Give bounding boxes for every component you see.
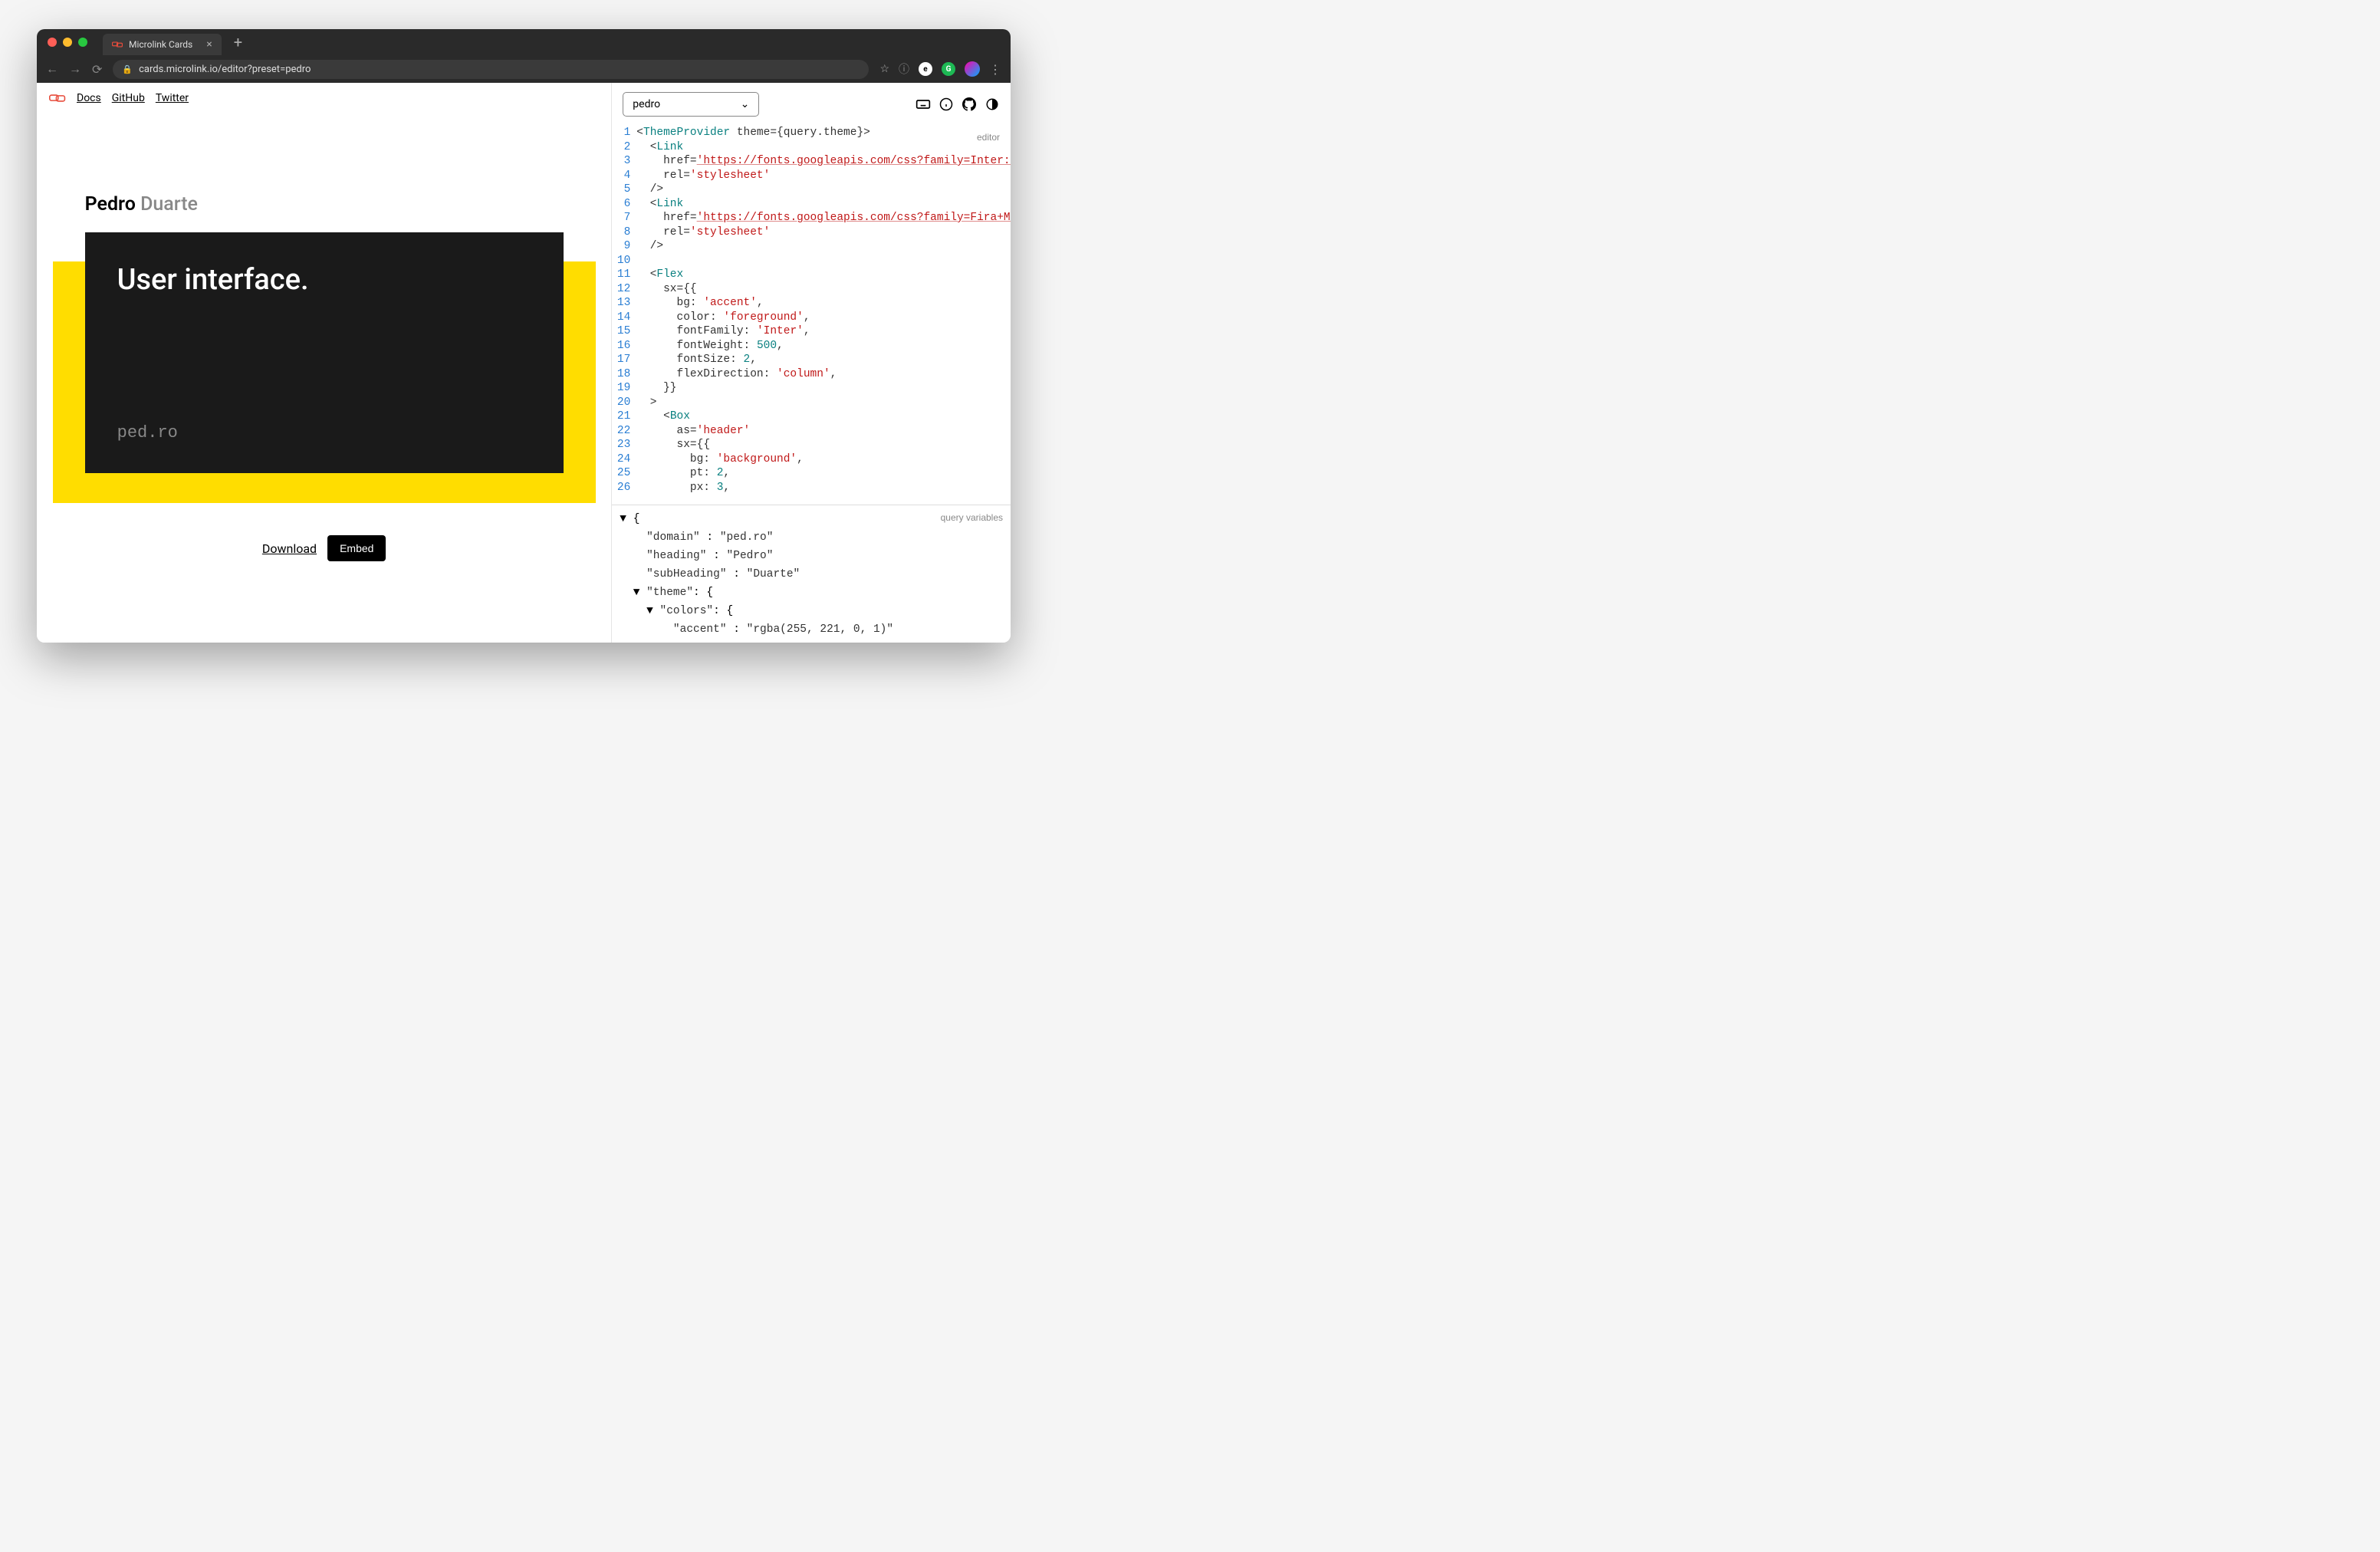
profile-avatar[interactable] [965,61,980,77]
code-line: 8 rel='stylesheet' [612,225,1011,240]
code-line: 15 fontFamily: 'Inter', [612,324,1011,339]
editor-toolbar: pedro ⌄ [612,83,1011,126]
query-variables-panel[interactable]: query variables ▼ { "domain" : "ped.ro" … [612,505,1011,643]
preview-area: Pedro Duarte User interface. ped.ro Down… [37,113,611,643]
code-line: 6 <Link [612,197,1011,212]
url-input[interactable]: 🔒 cards.microlink.io/editor?preset=pedro [113,60,869,79]
query-variables-label: query variables [941,508,1003,527]
browser-tab[interactable]: Microlink Cards × [103,34,222,55]
query-var-row: "accent" : "rgba(255, 221, 0, 1)" [620,620,1003,639]
code-line: 18 flexDirection: 'column', [612,367,1011,382]
back-button[interactable]: ← [46,61,58,77]
code-line: 17 fontSize: 2, [612,353,1011,367]
code-line: 24 bg: 'background', [612,452,1011,467]
code-line: 25 pt: 2, [612,466,1011,481]
code-line: 1<ThemeProvider theme={query.theme}> [612,126,1011,140]
code-line: 3 href='https://fonts.googleapis.com/css… [612,154,1011,169]
code-line: 16 fontWeight: 500, [612,339,1011,353]
forward-button[interactable]: → [69,61,81,77]
keyboard-icon[interactable] [916,97,931,112]
address-bar: ← → ⟳ 🔒 cards.microlink.io/editor?preset… [37,55,1011,83]
top-nav: Docs GitHub Twitter [37,83,611,113]
browser-window: Microlink Cards × + ← → ⟳ 🔒 cards.microl… [37,29,1011,643]
query-var-row: ▼ "colors": { [620,602,1003,620]
new-tab-button[interactable]: + [234,33,242,51]
info-icon[interactable]: ⓘ [899,61,909,77]
extension-e-icon[interactable]: e [919,62,932,76]
chevron-down-icon: ⌄ [741,98,750,110]
close-window-icon[interactable] [48,38,57,47]
theme-toggle-icon[interactable] [985,97,1000,112]
code-line: 4 rel='stylesheet' [612,169,1011,183]
app-content: Docs GitHub Twitter Pedro Duarte User in… [37,83,1011,643]
preview-actions: Download Embed [262,535,386,561]
close-tab-icon[interactable]: × [206,38,212,51]
extension-icons: ☆ ⓘ e G ⋮ [879,61,1001,77]
github-icon[interactable] [962,97,977,112]
code-line: 23 sx={{ [612,438,1011,452]
nav-docs-link[interactable]: Docs [77,92,101,104]
query-var-row: "heading" : "Pedro" [620,547,1003,565]
preset-value: pedro [633,98,660,110]
query-var-row: ▼ "theme": { [620,584,1003,602]
browser-menu-icon[interactable]: ⋮ [989,62,1001,77]
window-controls [48,38,87,47]
microlink-logo-icon [49,93,66,104]
card-body: User interface. ped.ro [85,232,564,473]
url-text: cards.microlink.io/editor?preset=pedro [139,64,311,75]
card-domain: ped.ro [117,423,531,442]
bookmark-star-icon[interactable]: ☆ [879,63,889,75]
code-line: 12 sx={{ [612,282,1011,297]
editor-icons [916,97,1000,112]
embed-button[interactable]: Embed [327,535,386,561]
nav-github-link[interactable]: GitHub [112,92,145,104]
code-line: 11 <Flex [612,268,1011,282]
card-accent-bg: User interface. ped.ro [53,261,596,503]
code-editor[interactable]: editor 1<ThemeProvider theme={query.them… [612,126,1011,505]
tab-title: Microlink Cards [129,39,192,50]
card-header: Pedro Duarte [53,167,596,231]
editor-label: editor [974,129,1003,146]
preview-pane: Docs GitHub Twitter Pedro Duarte User in… [37,83,611,643]
minimize-window-icon[interactable] [63,38,72,47]
preset-select[interactable]: pedro ⌄ [623,92,759,117]
code-line: 14 color: 'foreground', [612,311,1011,325]
download-link[interactable]: Download [262,541,317,556]
query-var-row: "subHeading" : "Duarte" [620,565,1003,584]
nav-twitter-link[interactable]: Twitter [156,92,189,104]
code-line: 10 [612,254,1011,268]
code-line: 22 as='header' [612,424,1011,439]
tab-favicon-icon [112,39,123,50]
code-line: 21 <Box [612,409,1011,424]
card-preview: Pedro Duarte User interface. ped.ro [53,167,596,503]
maximize-window-icon[interactable] [78,38,87,47]
card-title: User interface. [117,263,531,297]
code-line: 19 }} [612,381,1011,396]
reload-button[interactable]: ⟳ [92,62,102,77]
extension-g-icon[interactable]: G [942,62,955,76]
code-line: 26 px: 3, [612,481,1011,495]
code-line: 9 /> [612,239,1011,254]
titlebar: Microlink Cards × + [37,29,1011,55]
info-icon[interactable] [939,97,954,112]
editor-pane: pedro ⌄ [611,83,1011,643]
code-line: 13 bg: 'accent', [612,296,1011,311]
code-line: 5 /> [612,182,1011,197]
code-line: 7 href='https://fonts.googleapis.com/css… [612,211,1011,225]
code-line: 20 > [612,396,1011,410]
query-var-row: "domain" : "ped.ro" [620,528,1003,547]
card-subheading: Duarte [140,193,198,215]
lock-icon: 🔒 [122,64,133,74]
code-line: 2 <Link [612,140,1011,155]
card-heading: Pedro [85,193,136,215]
